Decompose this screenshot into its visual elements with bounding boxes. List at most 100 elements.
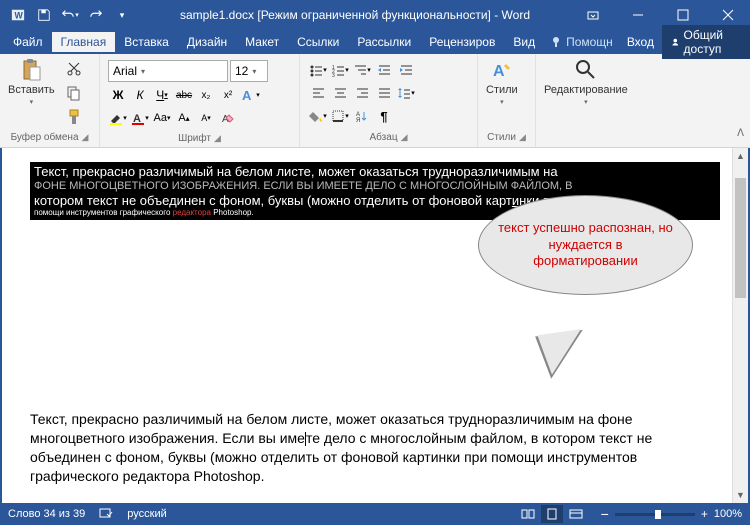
scroll-up-arrow[interactable]: ▲ [733,148,748,164]
subscript-button[interactable]: x₂ [196,85,216,105]
justify-button[interactable] [374,83,394,103]
superscript-button[interactable]: x² [218,85,238,105]
highlight-button[interactable]: ▾ [108,108,128,128]
numbering-button[interactable]: 123▾ [330,60,350,80]
align-center-button[interactable] [330,83,350,103]
tab-design[interactable]: Дизайн [178,32,236,52]
callout-text: текст успешно распознан, но нуждается в … [497,220,674,271]
clipboard-icon [19,58,43,82]
svg-text:A: A [242,88,252,103]
tab-layout[interactable]: Макет [236,32,288,52]
print-layout-button[interactable] [541,505,563,523]
ribbon-display-icon[interactable] [570,0,615,30]
outdent-icon [377,63,391,77]
undo-icon[interactable]: ▾ [58,3,82,27]
clear-format-button[interactable]: A [218,108,238,128]
multilevel-button[interactable]: ▾ [352,60,372,80]
save-icon[interactable] [32,3,56,27]
minimize-button[interactable] [615,0,660,30]
text-effects-button[interactable]: A▾ [240,85,260,105]
zoom-slider[interactable] [615,513,695,516]
tell-me-label: Помощн [566,35,613,49]
font-color-button[interactable]: A▾ [130,108,150,128]
svg-text:3: 3 [332,73,335,77]
vertical-scrollbar[interactable]: ▲ ▼ [732,148,748,503]
line-spacing-button[interactable]: ▾ [396,83,416,103]
paragraph-launcher[interactable]: ◢ [401,132,408,143]
styles-label: Стили [486,84,518,96]
align-right-icon [355,86,369,100]
show-marks-button[interactable]: ¶ [374,106,394,126]
bullets-button[interactable]: ▾ [308,60,328,80]
font-launcher[interactable]: ◢ [214,133,221,144]
bullets-icon [309,63,323,77]
increase-indent-button[interactable] [396,60,416,80]
justify-icon [377,86,391,100]
zoom-in-button[interactable]: + [701,507,708,521]
editing-label: Редактирование [544,84,628,96]
tab-home[interactable]: Главная [52,32,116,52]
copy-button[interactable] [63,82,85,104]
paste-button[interactable]: Вставить ▾ [4,56,59,108]
multilevel-icon [353,63,367,77]
shading-button[interactable]: ▾ [308,106,328,126]
spellcheck-icon[interactable] [99,507,113,522]
tab-view[interactable]: Вид [504,32,544,52]
tab-review[interactable]: Рецензиров [420,32,504,52]
shrink-font-button[interactable]: A▾ [196,108,216,128]
grow-font-button[interactable]: A▴ [174,108,194,128]
redo-icon[interactable] [84,3,108,27]
collapse-ribbon-button[interactable]: ᐱ [737,128,744,139]
styles-launcher[interactable]: ◢ [519,132,526,143]
change-case-button[interactable]: Aa▾ [152,108,172,128]
borders-icon [331,109,345,123]
cut-button[interactable] [63,58,85,80]
font-group-label: Шрифт [178,133,211,144]
body-paragraph[interactable]: Текст, прекрасно различимый на белом лис… [30,410,720,486]
share-button[interactable]: Общий доступ [662,25,750,59]
word-count[interactable]: Слово 34 из 39 [8,508,85,520]
tab-insert[interactable]: Вставка [115,32,178,52]
strike-button[interactable]: abc [174,85,194,105]
clipboard-launcher[interactable]: ◢ [82,132,89,143]
web-layout-button[interactable] [565,505,587,523]
window-title: sample1.docx [Режим ограниченной функцио… [140,8,570,22]
italic-button[interactable]: К [130,85,150,105]
language-status[interactable]: русский [127,508,166,520]
styles-button[interactable]: A Стили ▾ [482,56,522,108]
align-center-icon [333,86,347,100]
numbering-icon: 123 [331,63,345,77]
font-size-combo[interactable]: 12▾ [230,60,268,82]
tab-references[interactable]: Ссылки [288,32,348,52]
scissors-icon [66,61,82,77]
styles-icon: A [490,58,514,82]
decrease-indent-button[interactable] [374,60,394,80]
highlight-icon [109,111,123,125]
align-right-button[interactable] [352,83,372,103]
qat-customize-icon[interactable]: ▾ [110,3,134,27]
font-name-combo[interactable]: Arial▾ [108,60,228,82]
align-left-button[interactable] [308,83,328,103]
borders-button[interactable]: ▾ [330,106,350,126]
align-left-icon [311,86,325,100]
scroll-down-arrow[interactable]: ▼ [733,487,748,503]
zoom-out-button[interactable]: − [601,506,609,522]
editing-button[interactable]: Редактирование ▾ [540,56,632,108]
underline-button[interactable]: Ч▾ [152,85,172,105]
bold-button[interactable]: Ж [108,85,128,105]
scroll-thumb[interactable] [735,178,746,298]
format-painter-button[interactable] [63,106,85,128]
tab-file[interactable]: Файл [4,32,52,52]
tell-me[interactable]: Помощн [544,35,619,49]
login-link[interactable]: Вход [619,35,662,49]
svg-text:W: W [15,11,24,21]
font-size-value: 12 [235,64,248,78]
word-app-icon[interactable]: W [6,3,30,27]
bucket-icon [309,109,323,123]
sort-icon: AЯ [355,109,369,123]
read-mode-button[interactable] [517,505,539,523]
zoom-level[interactable]: 100% [714,508,742,520]
tab-mailings[interactable]: Рассылки [348,32,420,52]
sort-button[interactable]: AЯ [352,106,372,126]
callout-shape[interactable]: текст успешно распознан, но нуждается в … [478,195,698,295]
